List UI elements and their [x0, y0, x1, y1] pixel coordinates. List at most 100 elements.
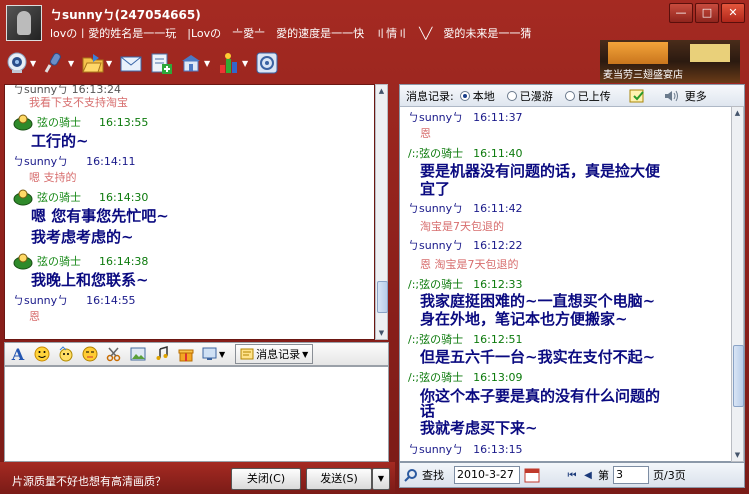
games-dropdown-icon[interactable]: ▼ — [242, 59, 250, 68]
history-message-text: 身在外地，笔记本也方便搬家~ — [420, 310, 628, 328]
previous-page-icon[interactable]: ◀ — [582, 470, 594, 481]
history-message-text: 我就考虑买下来~ — [420, 419, 538, 437]
chat-message-header: 弦の骑士 16:14:38 — [13, 252, 148, 270]
first-page-icon[interactable]: ⏮ — [566, 470, 578, 481]
history-message-text: 恩 — [420, 127, 431, 140]
video-call-button[interactable] — [4, 50, 30, 76]
scissors-icon[interactable] — [105, 345, 123, 363]
screen-capture-icon[interactable] — [201, 345, 219, 363]
history-message-header: /:;弦の骑士 16:12:33 — [408, 278, 523, 291]
tools-button[interactable] — [178, 50, 204, 76]
calendar-icon[interactable] — [524, 467, 540, 483]
message-time: 16:13:55 — [99, 115, 149, 129]
history-message-header: ㄅsunnyㄅ 16:11:37 — [408, 111, 523, 124]
font-icon[interactable]: A — [9, 345, 27, 364]
emoticon-icon[interactable] — [33, 345, 51, 363]
turtle-avatar-icon — [13, 113, 33, 131]
history-message-header: /:;弦の骑士 16:12:51 — [408, 333, 523, 346]
scroll-up-icon[interactable]: ▲ — [376, 85, 387, 97]
history-message-header: ㄅsunnyㄅ 16:11:42 — [408, 202, 523, 215]
history-header: 消息记录: 本地 已漫游 已上传 更多 — [400, 85, 744, 107]
scroll-down-icon[interactable]: ▼ — [732, 449, 743, 461]
voice-call-button[interactable] — [42, 50, 68, 76]
chat-message-header: ㄅsunnyㄅ 16:14:55 — [13, 292, 136, 308]
microphone-icon — [44, 52, 61, 73]
sender-name: 弦の骑士 — [37, 191, 81, 204]
format-toolbar: A ▼ 消息记录 ▼ — [4, 342, 389, 366]
window-title: ㄅsunnyㄅ(247054665) — [50, 8, 201, 22]
sender-name: ㄅsunnyㄅ — [13, 155, 69, 168]
date-field[interactable]: 2010-3-27 — [454, 466, 520, 484]
scroll-thumb[interactable] — [377, 281, 388, 313]
voice-call-dropdown-icon[interactable]: ▼ — [68, 59, 76, 68]
message-input[interactable] — [4, 366, 389, 462]
chat-message-text: 我考虑考虑的~ — [31, 228, 134, 246]
export-record-icon[interactable] — [629, 88, 647, 104]
screen-capture-dropdown-icon[interactable]: ▼ — [219, 350, 225, 359]
maximize-button[interactable]: □ — [695, 3, 719, 23]
ad-banner[interactable]: 麦当劳三翅盛宴店 — [600, 40, 740, 83]
scroll-down-icon[interactable]: ▼ — [376, 327, 387, 339]
chat-message-text: 嗯 您有事您先忙吧~ — [31, 207, 169, 225]
send-file-button[interactable] — [80, 50, 106, 76]
speaker-icon[interactable] — [663, 88, 679, 104]
chat-message-text: 嗯 支持的 — [29, 171, 77, 184]
bottom-ad-link[interactable]: 片源质量不好也想有高清画质？ — [12, 473, 166, 489]
chat-message-text: 我晚上和您联系~ — [31, 271, 149, 289]
close-button[interactable]: 关闭(C) — [231, 468, 301, 490]
chat-transcript[interactable]: ㄅsunnyㄅ 16:13:24 我看下支不支持淘宝 弦の骑士 16:13:55… — [4, 84, 375, 340]
sender-name: 弦の骑士 — [37, 116, 81, 129]
close-window-button[interactable]: ✕ — [721, 3, 745, 23]
tools-dropdown-icon[interactable]: ▼ — [204, 59, 212, 68]
video-call-dropdown-icon[interactable]: ▼ — [30, 59, 38, 68]
scroll-up-icon[interactable]: ▲ — [732, 107, 743, 119]
avatar[interactable] — [6, 5, 42, 41]
page-number-input[interactable]: 3 — [613, 466, 649, 484]
minimize-button[interactable]: — — [669, 3, 693, 23]
window-controls: — □ ✕ — [669, 3, 745, 23]
page-prefix: 第 — [598, 469, 609, 482]
scroll-thumb[interactable] — [733, 345, 744, 407]
message-history-panel[interactable]: 消息记录: 本地 已漫游 已上传 更多 ㄅsunnyㄅ 16:11:37 恩 /:… — [399, 84, 745, 462]
message-time: 16:14:11 — [86, 154, 136, 168]
music-icon[interactable] — [153, 345, 171, 363]
send-file-dropdown-icon[interactable]: ▼ — [106, 59, 114, 68]
chat-message-text: 恩 — [29, 310, 40, 323]
send-button[interactable]: 发送(S) — [306, 468, 372, 490]
radio-icon — [564, 90, 575, 101]
radio-selected-icon — [459, 90, 470, 101]
history-option-roaming[interactable]: 已漫游 — [506, 88, 553, 104]
history-scrollbar[interactable]: ▲ ▼ — [731, 106, 744, 462]
settings-button[interactable] — [254, 50, 280, 76]
history-header-label: 消息记录: — [406, 89, 454, 103]
message-time: 16:14:30 — [99, 190, 149, 204]
wink-icon[interactable] — [81, 345, 99, 363]
image-icon[interactable] — [129, 345, 147, 363]
history-option-uploaded[interactable]: 已上传 — [564, 88, 611, 104]
gift-icon[interactable] — [177, 345, 195, 363]
find-link[interactable]: 查找 — [422, 467, 444, 483]
more-link[interactable]: 更多 — [685, 88, 707, 104]
history-message-header: /:;弦の骑士 16:13:09 — [408, 371, 523, 384]
apply-button[interactable] — [148, 50, 174, 76]
message-record-button[interactable]: 消息记录 ▼ — [235, 344, 314, 364]
send-options-dropdown[interactable]: ▼ — [372, 468, 390, 490]
history-message-header: /:;弦の骑士 16:11:40 — [408, 147, 523, 160]
page-total: 页/3页 — [653, 469, 686, 482]
chat-scrollbar[interactable]: ▲ ▼ — [375, 84, 388, 340]
settings-icon — [256, 52, 278, 74]
history-message-text: 但是五六千一台~我实在支付不起~ — [420, 348, 656, 366]
search-icon[interactable] — [404, 468, 418, 482]
webcam-icon — [7, 52, 27, 73]
sender-name: 弦の骑士 — [37, 255, 81, 268]
chat-message-header: 弦の骑士 16:13:55 — [13, 113, 148, 131]
chat-window: ㄅsunnyㄅ(247054665) lovの〡愛的姓名是一一玩 |Lovの 〦… — [0, 0, 749, 494]
send-email-button[interactable] — [118, 50, 144, 76]
ad-image — [608, 42, 668, 64]
magic-emoticon-icon[interactable] — [57, 345, 75, 363]
history-option-local[interactable]: 本地 — [459, 88, 495, 104]
history-message-text: 淘宝是7天包退的 — [420, 220, 504, 233]
ad-text: 麦当劳三翅盛宴店 — [603, 70, 683, 81]
games-button[interactable] — [216, 50, 242, 76]
history-message-header: ㄅsunnyㄅ 16:12:22 — [408, 239, 523, 252]
